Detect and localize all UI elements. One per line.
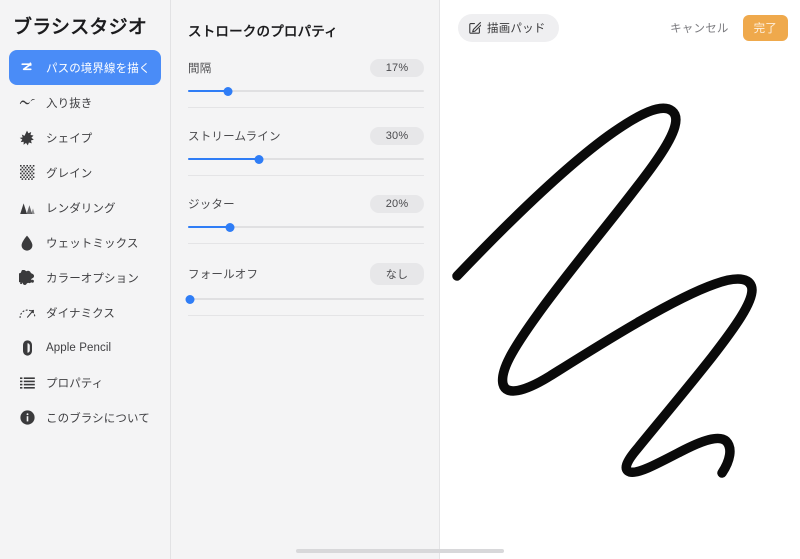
slider-label: フォールオフ xyxy=(188,269,259,281)
sidebar-item-wet-mix[interactable]: ウェットミックス xyxy=(9,225,161,260)
slider-spacing: 間隔 17% xyxy=(186,59,424,108)
drawing-pad-panel: 描画パッド キャンセル 完了 xyxy=(440,0,800,559)
brush-stroke-preview xyxy=(452,103,757,478)
slider-label: ストリームライン xyxy=(188,131,281,143)
slider-value: 30% xyxy=(370,127,424,145)
sidebar-item-rendering[interactable]: レンダリング xyxy=(9,190,161,225)
sidebar-item-label: パスの境界線を描く xyxy=(46,62,151,75)
slider-streamline: ストリームライン 30% xyxy=(186,127,424,176)
sidebar-item-label: レンダリング xyxy=(46,202,116,215)
drawing-pad-button[interactable]: 描画パッド xyxy=(458,14,559,42)
slider-value: 17% xyxy=(370,59,424,77)
brush-studio-window: ブラシスタジオ パスの境界線を描く 入り抜き シェイプ グレイン レンダリング … xyxy=(0,0,800,559)
slider-thumb[interactable] xyxy=(223,86,233,96)
sidebar-item-taper[interactable]: 入り抜き xyxy=(9,85,161,120)
slider-value: なし xyxy=(370,263,424,285)
divider xyxy=(188,175,424,176)
sidebar-item-grain[interactable]: グレイン xyxy=(9,155,161,190)
slider-thumb[interactable] xyxy=(254,154,264,164)
sidebar-item-about-brush[interactable]: このブラシについて xyxy=(9,400,161,435)
stroke-properties-panel: ストロークのプロパティ 間隔 17% ストリームライン 30% ジッター 20%… xyxy=(171,0,440,559)
sidebar-item-apple-pencil[interactable]: Apple Pencil xyxy=(9,330,161,365)
sidebar-item-label: Apple Pencil xyxy=(46,341,112,354)
slider-thumb[interactable] xyxy=(185,294,195,304)
slider-falloff: フォールオフ なし xyxy=(185,263,424,316)
water-drop-icon xyxy=(17,233,37,253)
slider-streamline-header: ストリームライン 30% xyxy=(188,127,424,145)
divider xyxy=(188,107,424,108)
slider-spacing-header: 間隔 17% xyxy=(188,59,424,77)
slider-value: 20% xyxy=(370,195,424,213)
slider-jitter-header: ジッター 20% xyxy=(188,195,424,213)
rendering-layers-icon xyxy=(17,198,37,218)
sidebar-item-path-stroke[interactable]: パスの境界線を描く xyxy=(9,50,161,85)
apple-pencil-icon xyxy=(17,338,37,358)
sidebar-item-label: ダイナミクス xyxy=(46,307,116,320)
sidebar-item-color-options[interactable]: カラーオプション xyxy=(9,260,161,295)
page-title: ブラシスタジオ xyxy=(13,17,148,38)
slider-rail xyxy=(188,298,424,300)
slider-label: 間隔 xyxy=(188,63,212,75)
taper-wave-icon xyxy=(17,93,37,113)
drawing-pad-label: 描画パッド xyxy=(487,23,546,35)
home-indicator xyxy=(296,549,504,553)
divider xyxy=(188,243,424,244)
sidebar-item-label: 入り抜き xyxy=(46,97,93,110)
slider-jitter: ジッター 20% xyxy=(186,195,424,244)
sidebar-item-dynamics[interactable]: ダイナミクス xyxy=(9,295,161,330)
sidebar-item-label: グレイン xyxy=(46,167,93,180)
done-button[interactable]: 完了 xyxy=(742,15,788,41)
path-stroke-icon xyxy=(17,58,37,78)
slider-thumb[interactable] xyxy=(225,222,235,232)
slider-label: ジッター xyxy=(188,199,235,211)
sidebar-nav: パスの境界線を描く 入り抜き シェイプ グレイン レンダリング ウェットミックス… xyxy=(0,50,170,435)
slider-fill xyxy=(188,158,259,160)
slider-spacing-track[interactable] xyxy=(188,84,424,98)
sidebar-item-properties[interactable]: プロパティ xyxy=(9,365,161,400)
sidebar-item-label: ウェットミックス xyxy=(46,237,139,250)
slider-jitter-track[interactable] xyxy=(188,220,424,234)
shape-burst-icon xyxy=(17,128,37,148)
grain-dots-icon xyxy=(17,163,37,183)
properties-title: ストロークのプロパティ xyxy=(188,24,338,39)
canvas-toolbar: 描画パッド キャンセル 完了 xyxy=(440,0,800,56)
sidebar-item-label: カラーオプション xyxy=(46,272,139,285)
sidebar-item-shape[interactable]: シェイプ xyxy=(9,120,161,155)
slider-fill xyxy=(188,226,231,228)
sidebar-item-label: プロパティ xyxy=(46,377,104,390)
divider xyxy=(188,315,424,316)
properties-list-icon xyxy=(17,373,37,393)
sidebar: ブラシスタジオ パスの境界線を描く 入り抜き シェイプ グレイン レンダリング … xyxy=(0,0,171,559)
cancel-button[interactable]: キャンセル xyxy=(670,20,729,36)
color-splat-icon xyxy=(17,268,37,288)
edit-square-icon xyxy=(469,22,481,34)
dynamics-gauge-icon xyxy=(17,303,37,323)
slider-streamline-track[interactable] xyxy=(188,152,424,166)
slider-falloff-header: フォールオフ なし xyxy=(188,263,424,285)
slider-falloff-track[interactable] xyxy=(185,292,424,306)
slider-fill xyxy=(188,90,229,92)
sidebar-item-label: シェイプ xyxy=(46,132,93,145)
info-circle-icon xyxy=(17,408,37,428)
drawing-canvas[interactable] xyxy=(440,56,800,559)
sidebar-item-label: このブラシについて xyxy=(46,412,150,425)
